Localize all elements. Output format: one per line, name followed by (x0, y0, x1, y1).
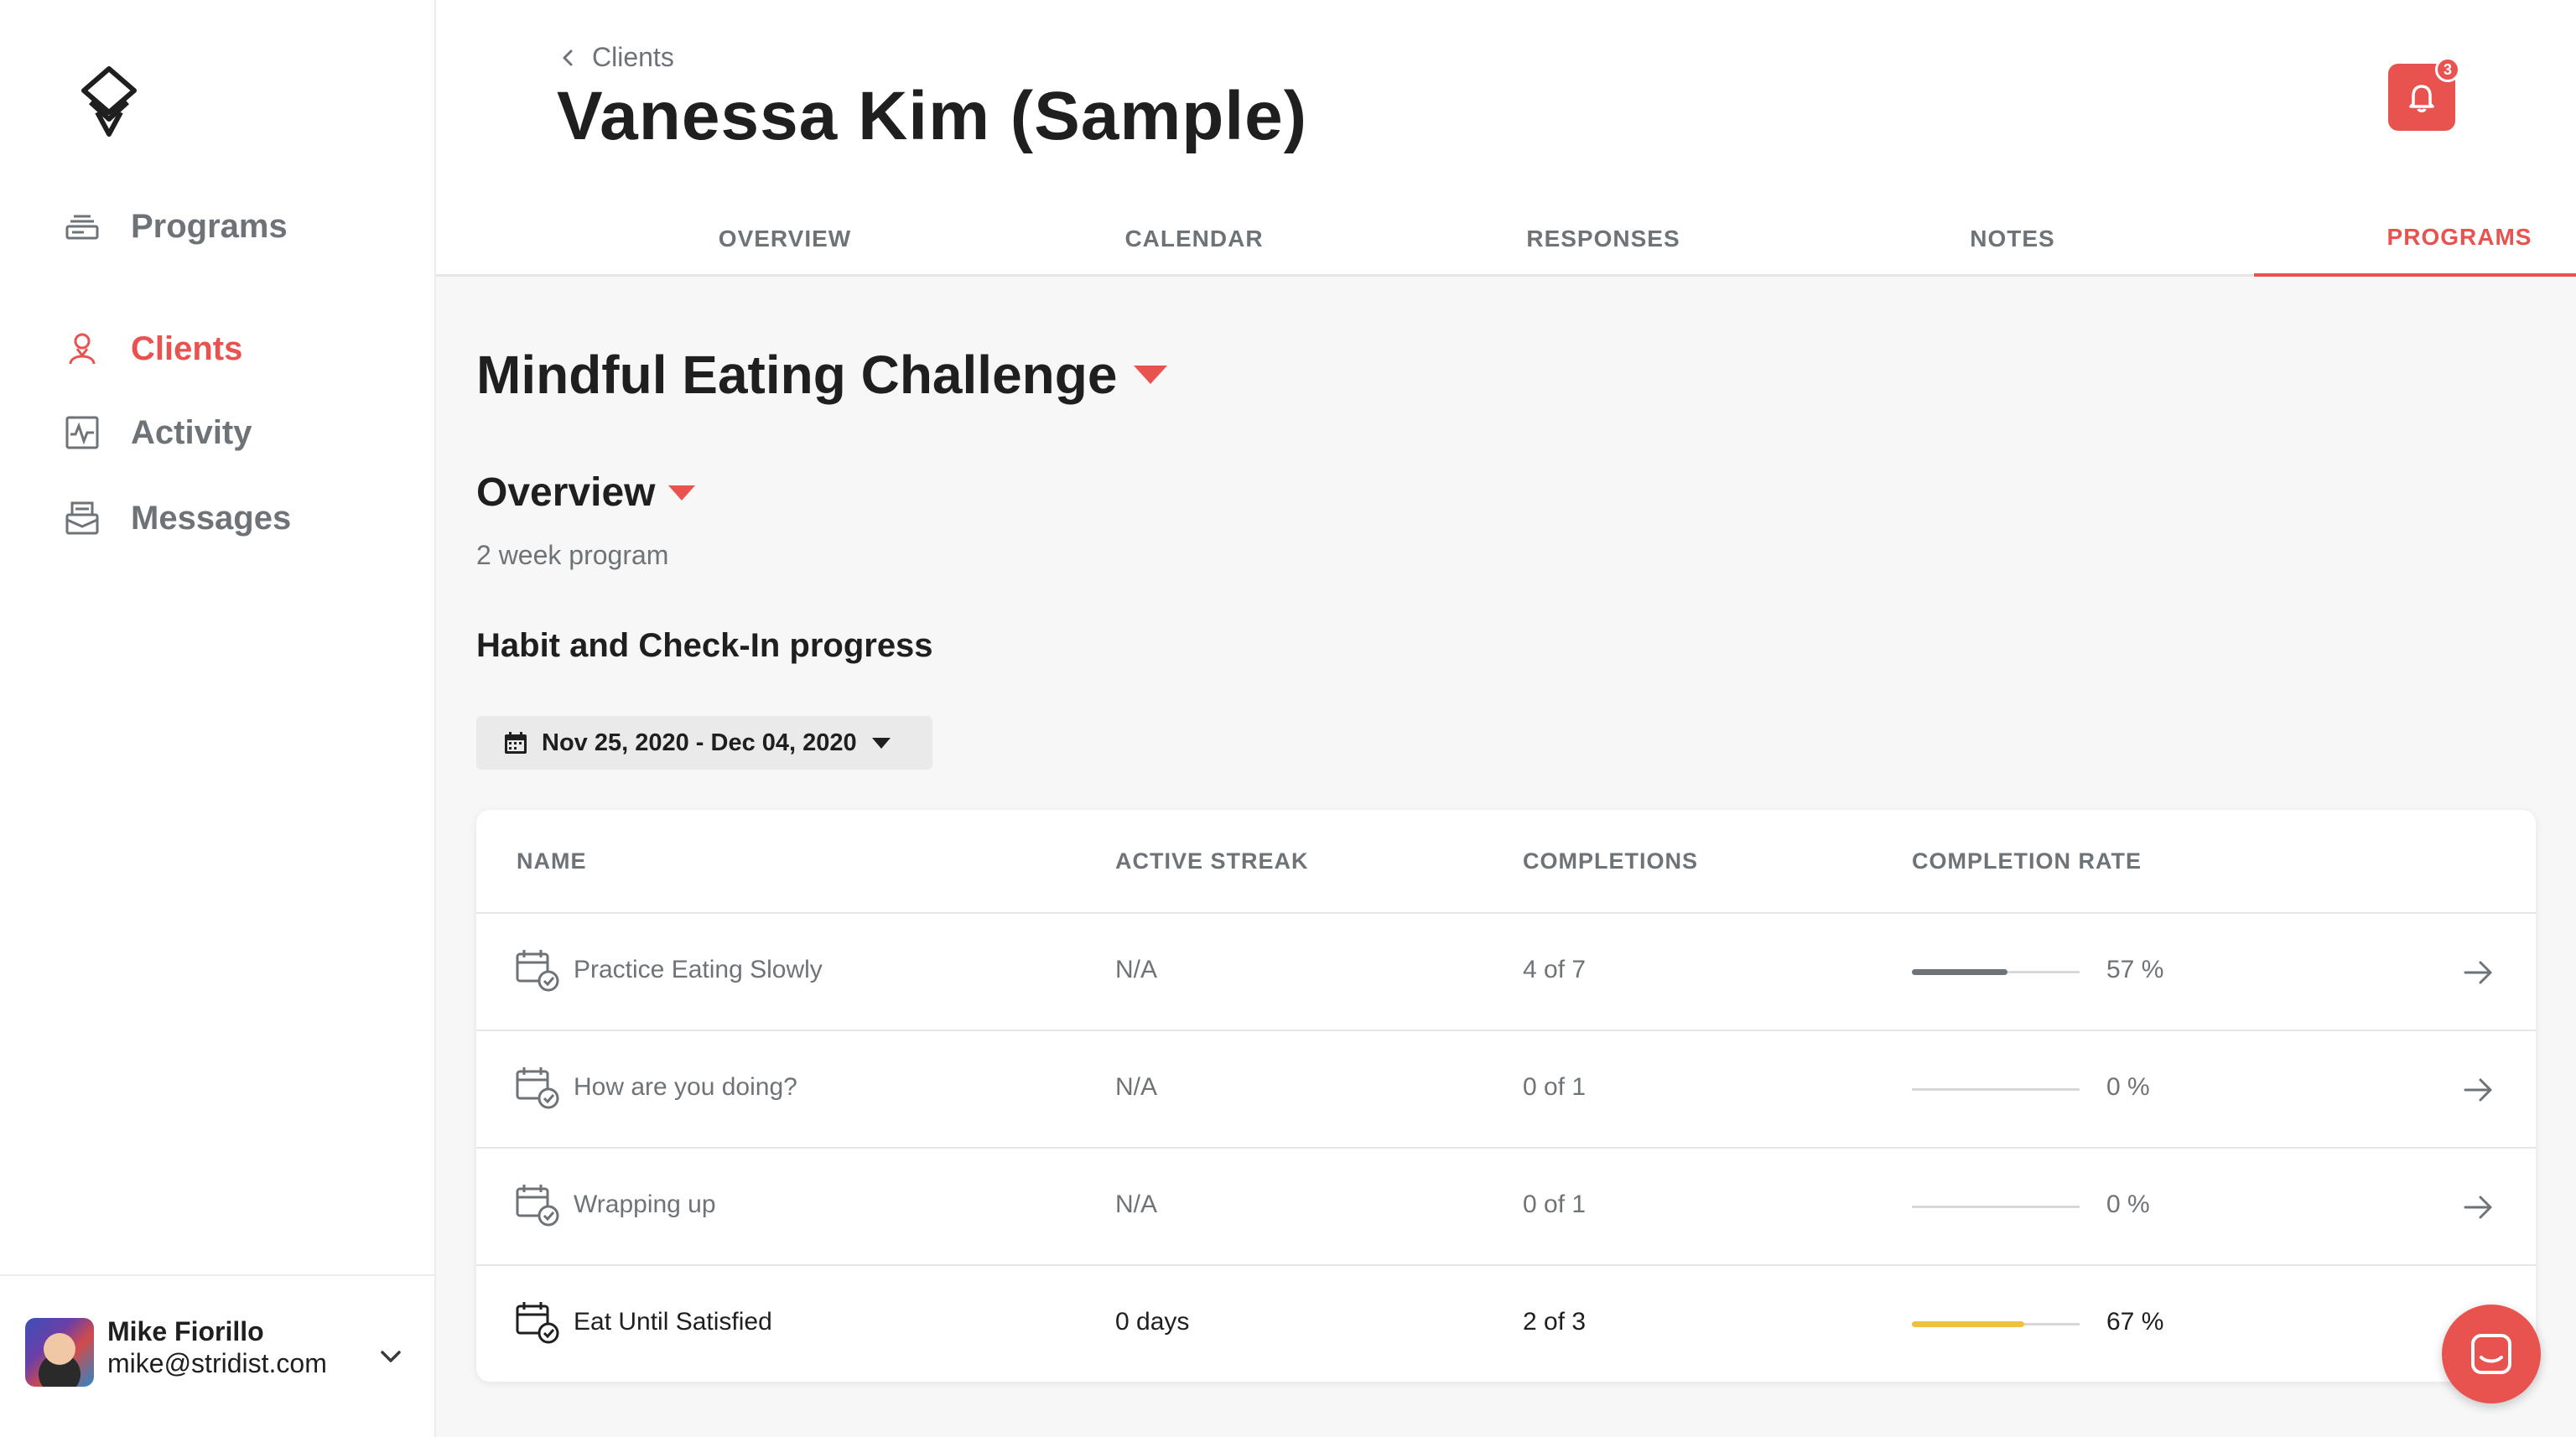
row-active-streak: N/A (1115, 1073, 1158, 1101)
arrow-right-icon[interactable] (2462, 957, 2496, 988)
row-name: How are you doing? (574, 1073, 797, 1101)
table-row[interactable]: Wrapping up N/A 0 of 1 0 % (476, 1147, 2536, 1264)
tab-programs[interactable]: PROGRAMS (2254, 201, 2576, 277)
sidebar-item-label: Programs (131, 207, 288, 245)
sidebar-item-activity[interactable]: Activity (64, 407, 252, 458)
tab-label: RESPONSES (1526, 226, 1680, 252)
notification-count-badge: 3 (2435, 57, 2460, 82)
sidebar-item-messages[interactable]: Messages (64, 493, 291, 543)
caret-down-icon (871, 737, 891, 749)
calendar-check-icon (516, 1302, 559, 1344)
tab-notes[interactable]: NOTES (1873, 201, 2152, 277)
row-completions: 0 of 1 (1523, 1191, 1587, 1218)
program-title-text: Mindful Eating Challenge (476, 345, 1118, 405)
row-active-streak: N/A (1115, 956, 1158, 983)
tab-label: NOTES (1970, 226, 2055, 252)
tab-responses[interactable]: RESPONSES (1464, 201, 1742, 277)
column-header-active-streak: ACTIVE STREAK (1115, 848, 1309, 874)
completion-rate-bar (1912, 969, 2080, 975)
chevron-down-icon[interactable] (376, 1341, 406, 1372)
breadcrumb-label: Clients (592, 42, 674, 72)
progress-heading: Habit and Check-In progress (476, 627, 933, 664)
sidebar-item-label: Messages (131, 499, 292, 537)
row-completion-rate: 0 % (2106, 1073, 2150, 1101)
sidebar: Programs Clients Activity Messages Mike … (0, 0, 436, 1437)
program-title: Mindful Eating Challenge (476, 344, 1168, 406)
row-name: Wrapping up (574, 1191, 716, 1218)
table-row[interactable]: How are you doing? N/A 0 of 1 0 % (476, 1030, 2536, 1147)
completion-rate-bar (1912, 1206, 2080, 1208)
completion-rate-bar-fill (1912, 1321, 2024, 1327)
activity-icon (64, 414, 101, 451)
program-length: 2 week program (476, 540, 669, 570)
tab-calendar[interactable]: CALENDAR (1055, 201, 1333, 277)
arrow-right-icon[interactable] (2462, 1192, 2496, 1222)
sidebar-item-clients[interactable]: Clients (64, 324, 242, 374)
date-range-picker[interactable]: Nov 25, 2020 - Dec 04, 2020 (476, 716, 932, 770)
column-header-completion-rate: COMPLETION RATE (1912, 848, 2142, 874)
app-logo-icon[interactable] (77, 64, 141, 139)
calendar-check-icon (516, 950, 559, 992)
bell-icon (2409, 85, 2434, 112)
messages-icon (64, 500, 101, 537)
completion-rate-bar (1912, 1088, 2080, 1091)
sidebar-item-label: Activity (131, 413, 252, 451)
row-name: Practice Eating Slowly (574, 956, 823, 983)
overview-toggle-caret-icon[interactable] (668, 485, 696, 501)
page-title: Vanessa Kim (Sample) (557, 78, 1308, 154)
column-header-completions: COMPLETIONS (1523, 848, 1699, 874)
chat-support-button[interactable] (2442, 1305, 2541, 1403)
table-row[interactable]: Practice Eating Slowly N/A 4 of 7 57 % (476, 912, 2536, 1030)
chat-icon (2471, 1334, 2511, 1374)
habit-progress-table: NAME ACTIVE STREAK COMPLETIONS COMPLETIO… (476, 810, 2536, 1382)
tab-label: PROGRAMS (2386, 224, 2532, 250)
row-active-streak: 0 days (1115, 1308, 1190, 1336)
tab-label: CALENDAR (1124, 226, 1264, 252)
tab-overview[interactable]: OVERVIEW (646, 201, 924, 277)
row-completion-rate: 57 % (2106, 956, 2164, 983)
table-row[interactable]: Eat Until Satisfied 0 days 2 of 3 67 % (476, 1264, 2536, 1382)
row-completions: 4 of 7 (1523, 956, 1587, 983)
breadcrumb[interactable]: Clients (558, 42, 674, 73)
sidebar-item-programs[interactable]: Programs (64, 201, 288, 252)
overview-section-title: Overview (476, 469, 696, 516)
client-header: Clients Vanessa Kim (Sample) 3 OVERVIEW … (436, 0, 2576, 277)
tab-label: OVERVIEW (718, 226, 852, 252)
user-email: mike@stridist.com (107, 1348, 327, 1378)
calendar-check-icon (516, 1185, 559, 1227)
program-dropdown-caret-icon[interactable] (1134, 366, 1168, 384)
user-profile-menu[interactable]: Mike Fiorillo mike@stridist.com (0, 1274, 436, 1437)
clients-icon (64, 330, 101, 367)
calendar-icon (505, 732, 527, 754)
programs-icon (64, 208, 101, 245)
calendar-check-icon (516, 1067, 559, 1109)
row-active-streak: N/A (1115, 1191, 1158, 1218)
row-completion-rate: 0 % (2106, 1191, 2150, 1218)
avatar (25, 1318, 94, 1387)
sidebar-item-label: Clients (131, 329, 243, 367)
row-completions: 2 of 3 (1523, 1308, 1587, 1336)
overview-title-text: Overview (476, 470, 656, 515)
completion-rate-bar-fill (1912, 969, 2007, 975)
date-range-label: Nov 25, 2020 - Dec 04, 2020 (542, 729, 857, 756)
row-name: Eat Until Satisfied (574, 1308, 772, 1336)
row-completions: 0 of 1 (1523, 1073, 1587, 1101)
row-completion-rate: 67 % (2106, 1308, 2164, 1336)
chevron-left-icon (563, 49, 573, 65)
user-name: Mike Fiorillo (107, 1316, 264, 1346)
column-header-name: NAME (517, 848, 587, 874)
arrow-right-icon[interactable] (2462, 1075, 2496, 1105)
completion-rate-bar (1912, 1321, 2080, 1327)
